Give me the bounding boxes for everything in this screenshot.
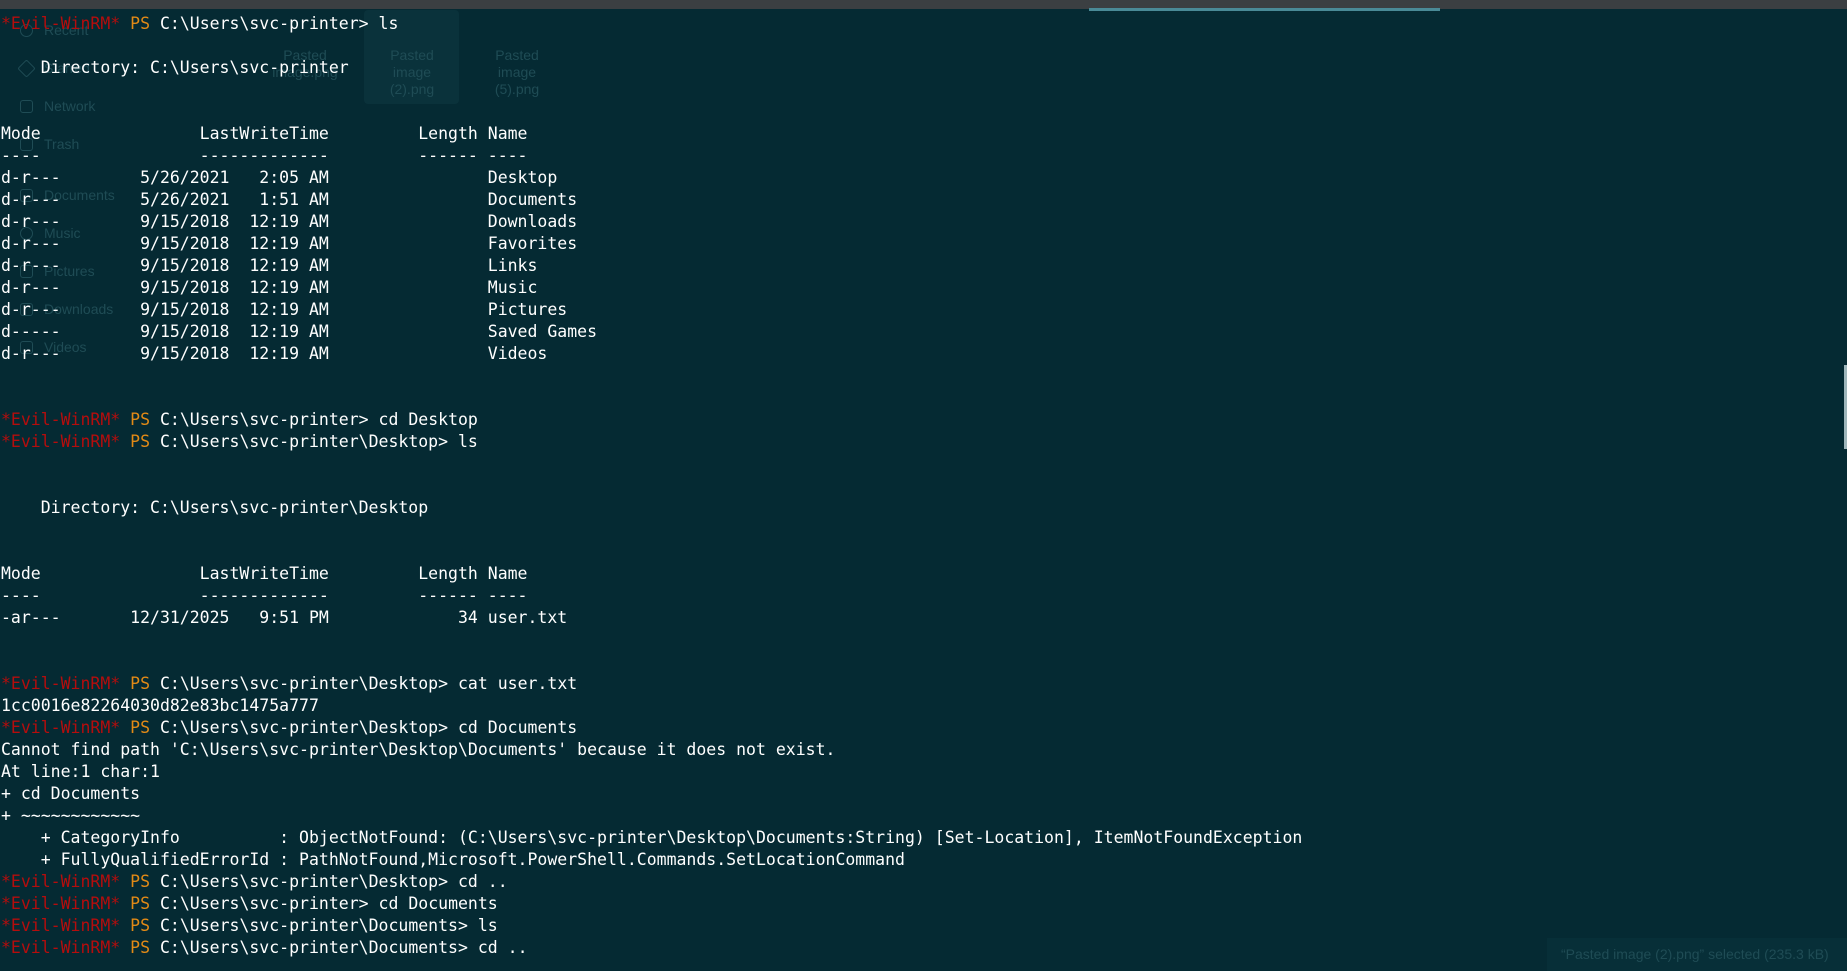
evil-winrm-prefix: *Evil-WinRM* (1, 916, 121, 935)
terminal-output-line: Cannot find path 'C:\Users\svc-printer\D… (1, 740, 836, 759)
ps-label: PS (130, 432, 151, 451)
prompt-command: ls (448, 432, 478, 451)
terminal-output-line: ---- ------------- ------ ---- (1, 586, 528, 605)
evil-winrm-prefix: *Evil-WinRM* (1, 894, 121, 913)
evil-winrm-prefix: *Evil-WinRM* (1, 410, 121, 429)
ps-label: PS (130, 718, 151, 737)
terminal-output-line: + FullyQualifiedErrorId : PathNotFound,M… (1, 850, 905, 869)
terminal-output-line: d-r--- 9/15/2018 12:19 AM Music (1, 278, 538, 297)
prompt-path: C:\Users\svc-printer\Documents> (159, 916, 468, 935)
terminal-output-line: 1cc0016e82264030d82e83bc1475a777 (1, 696, 319, 715)
terminal-prompt-line: *Evil-WinRM* PS C:\Users\svc-printer\Des… (1, 431, 1841, 453)
terminal-output-line: d-r--- 9/15/2018 12:19 AM Pictures (1, 300, 568, 319)
prompt-path: C:\Users\svc-printer\Desktop> (159, 432, 449, 451)
prompt-command: cd .. (467, 938, 528, 957)
prompt-command: cd Documents (448, 718, 578, 737)
terminal-output-line: d-r--- 5/26/2021 1:51 AM Documents (1, 190, 578, 209)
terminal-output-line: d-r--- 5/26/2021 2:05 AM Desktop (1, 168, 558, 187)
ps-label: PS (130, 410, 151, 429)
prompt-command: cat user.txt (448, 674, 578, 693)
terminal-prompt-line: *Evil-WinRM* PS C:\Users\svc-printer\Doc… (1, 937, 1841, 959)
prompt-command: cd Documents (368, 894, 498, 913)
terminal-prompt-line: *Evil-WinRM* PS C:\Users\svc-printer> cd… (1, 893, 1841, 915)
ps-label: PS (130, 894, 151, 913)
evil-winrm-prefix: *Evil-WinRM* (1, 674, 121, 693)
prompt-command: cd .. (448, 872, 508, 891)
terminal-prompt-line: *Evil-WinRM* PS C:\Users\svc-printer> cd… (1, 409, 1841, 431)
terminal-prompt-line: *Evil-WinRM* PS C:\Users\svc-printer\Des… (1, 673, 1841, 695)
terminal-prompt-line: *Evil-WinRM* PS C:\Users\svc-printer\Doc… (1, 915, 1841, 937)
terminal-output-line: d-r--- 9/15/2018 12:19 AM Downloads (1, 212, 578, 231)
active-tab-indicator (1089, 8, 1440, 11)
terminal-output-line: Mode LastWriteTime Length Name (1, 124, 528, 143)
prompt-path: C:\Users\svc-printer\Desktop> (159, 872, 449, 891)
terminal-output-line: d----- 9/15/2018 12:19 AM Saved Games (1, 322, 598, 341)
prompt-path: C:\Users\svc-printer> (159, 894, 369, 913)
ps-label: PS (130, 674, 151, 693)
terminal-output-line: ---- ------------- ------ ---- (1, 146, 528, 165)
evil-winrm-prefix: *Evil-WinRM* (1, 718, 121, 737)
terminal-output-line: d-r--- 9/15/2018 12:19 AM Favorites (1, 234, 578, 253)
prompt-path: C:\Users\svc-printer\Desktop> (159, 718, 449, 737)
prompt-path: C:\Users\svc-printer\Documents> (159, 938, 468, 957)
terminal-output-line: Directory: C:\Users\svc-printer (1, 58, 349, 77)
ps-label: PS (130, 872, 151, 891)
terminal-prompt-line: *Evil-WinRM* PS C:\Users\svc-printer\Des… (1, 717, 1841, 739)
prompt-command: cd Desktop (368, 410, 478, 429)
prompt-path: C:\Users\svc-printer> (159, 410, 369, 429)
terminal-output-line: At line:1 char:1 (1, 762, 160, 781)
terminal-output[interactable]: *Evil-WinRM* PS C:\Users\svc-printer> ls… (1, 13, 1841, 959)
terminal-output-line: Directory: C:\Users\svc-printer\Desktop (1, 498, 429, 517)
terminal-output-line: d-r--- 9/15/2018 12:19 AM Links (1, 256, 538, 275)
terminal-prompt-line: *Evil-WinRM* PS C:\Users\svc-printer\Des… (1, 871, 1841, 893)
prompt-command: ls (467, 916, 498, 935)
ps-label: PS (130, 938, 151, 957)
evil-winrm-prefix: *Evil-WinRM* (1, 14, 121, 33)
prompt-path: C:\Users\svc-printer\Desktop> (159, 674, 449, 693)
terminal-output-line: -ar--- 12/31/2025 9:51 PM 34 user.txt (1, 608, 568, 627)
terminal-output-line: + ~~~~~~~~~~~~ (1, 806, 141, 825)
evil-winrm-prefix: *Evil-WinRM* (1, 872, 121, 891)
terminal-output-line: + CategoryInfo : ObjectNotFound: (C:\Use… (1, 828, 1303, 847)
prompt-command: ls (368, 14, 399, 33)
prompt-path: C:\Users\svc-printer> (159, 14, 369, 33)
evil-winrm-prefix: *Evil-WinRM* (1, 938, 121, 957)
terminal-output-line: d-r--- 9/15/2018 12:19 AM Videos (1, 344, 548, 363)
window-top-bar (0, 0, 1847, 9)
ps-label: PS (130, 916, 151, 935)
terminal-output-line: + cd Documents (1, 784, 141, 803)
terminal-prompt-line: *Evil-WinRM* PS C:\Users\svc-printer> ls (1, 13, 1841, 35)
terminal-output-line: Mode LastWriteTime Length Name (1, 564, 528, 583)
evil-winrm-prefix: *Evil-WinRM* (1, 432, 121, 451)
ps-label: PS (130, 14, 151, 33)
